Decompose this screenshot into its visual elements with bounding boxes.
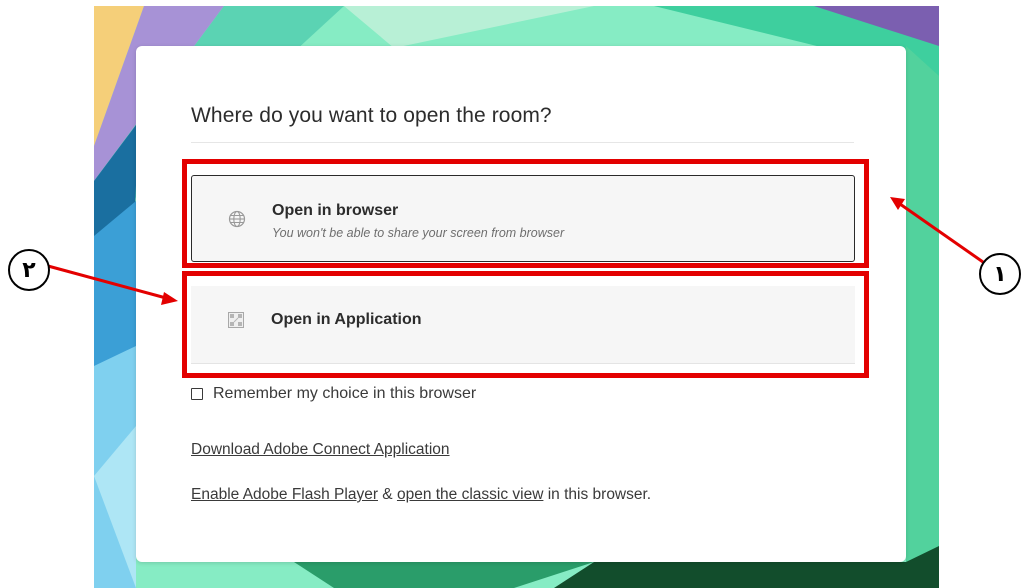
annotation-marker-1: ۱	[979, 253, 1021, 295]
arrow-2-line	[47, 264, 167, 300]
arrow-1-line	[899, 202, 984, 264]
annotation-arrows	[47, 197, 984, 305]
annotation-marker-2: ۲	[8, 249, 50, 291]
arrow-2-head	[161, 292, 178, 305]
arrow-1-head	[890, 197, 905, 210]
